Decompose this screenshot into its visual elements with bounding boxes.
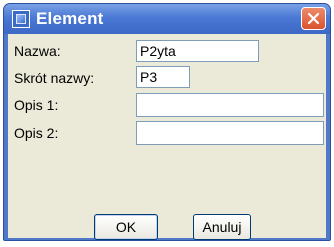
skrot-field[interactable]: P3 [136,66,190,88]
opis1-field[interactable] [136,93,324,117]
nazwa-field[interactable]: P2yta [136,40,259,62]
close-icon [307,12,320,25]
dialog-window: Element Nazwa: P2yta Skrót nazwy: P3 Opi… [3,3,331,241]
title-bar[interactable]: Element [4,4,330,34]
window-title: Element [36,9,104,28]
cancel-button[interactable]: Anuluj [193,214,251,240]
nazwa-label: Nazwa: [14,43,61,59]
dialog-body: Nazwa: P2yta Skrót nazwy: P3 Opis 1: Opi… [8,34,326,240]
ok-button[interactable]: OK [94,214,158,240]
skrot-label: Skrót nazwy: [14,70,95,86]
opis1-label: Opis 1: [14,97,59,113]
opis2-label: Opis 2: [14,125,59,141]
opis2-field[interactable] [136,121,324,145]
app-icon [12,10,30,28]
close-button[interactable] [301,7,326,30]
